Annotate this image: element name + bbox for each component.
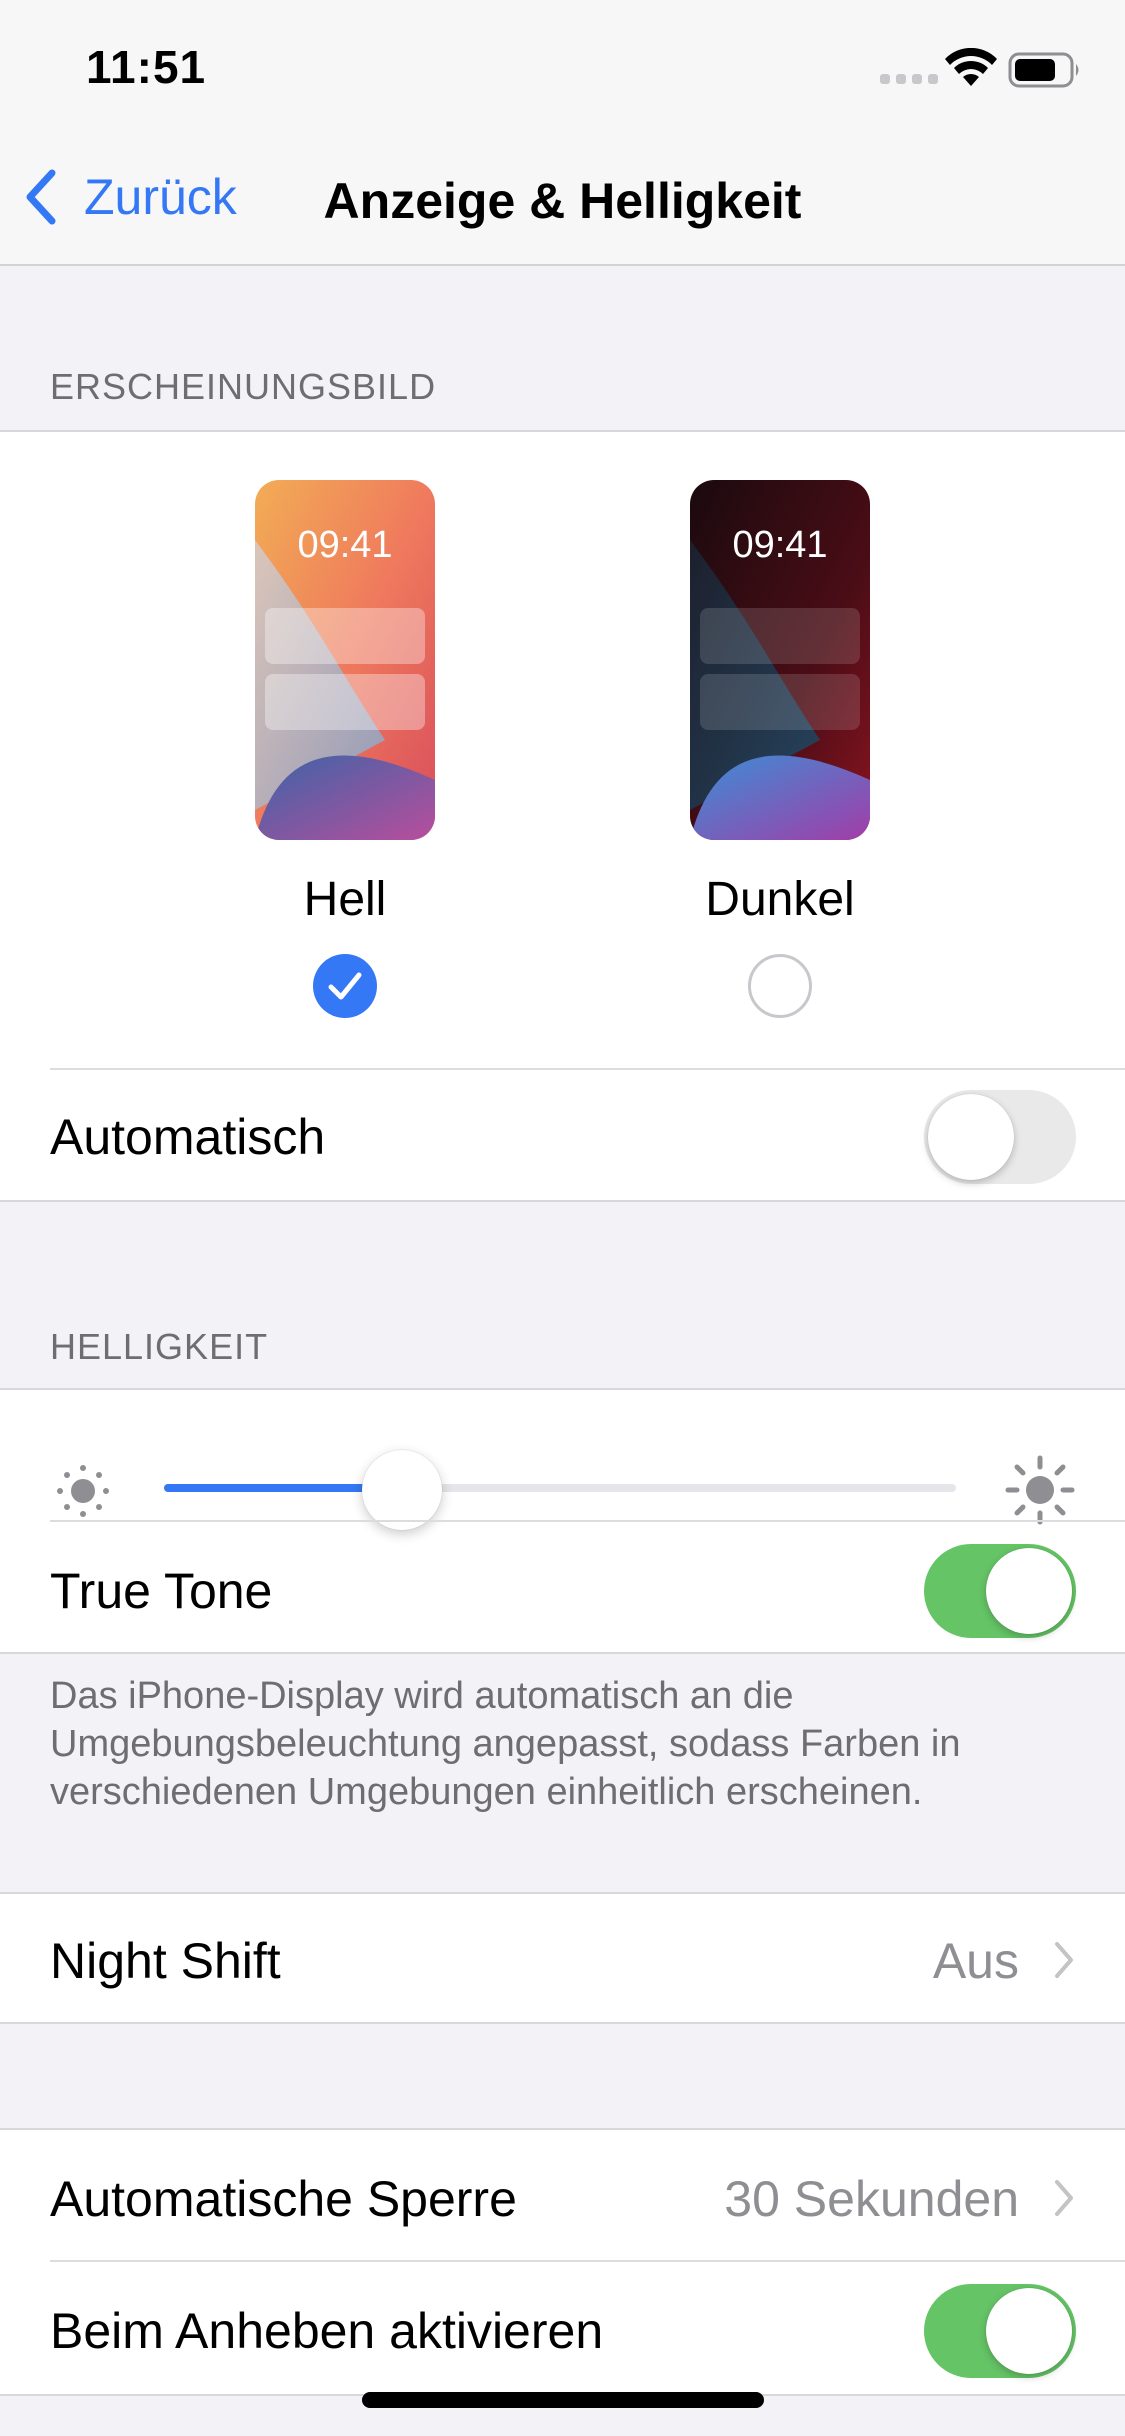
- auto-lock-value: 30 Sekunden: [724, 2171, 1019, 2227]
- true-tone-label: True Tone: [50, 1563, 273, 1619]
- lock-group: Automatische Sperre 30 Sekunden Beim Anh…: [0, 2128, 1125, 2396]
- row-separator: [50, 1520, 1125, 1522]
- brightness-header: HELLIGKEIT: [50, 1326, 269, 1367]
- sun-small-icon: [57, 1465, 109, 1517]
- slider-thumb[interactable]: [361, 1450, 442, 1530]
- home-indicator: [362, 2392, 764, 2408]
- light-option-label: Hell: [303, 873, 387, 926]
- light-radio-checked[interactable]: [313, 954, 377, 1018]
- dark-option-label: Dunkel: [705, 873, 855, 926]
- sun-large-icon: [1005, 1455, 1075, 1525]
- status-bar: 11:51: [0, 0, 1125, 132]
- raise-to-wake-label: Beim Anheben aktivieren: [50, 2303, 604, 2359]
- brightness-slider[interactable]: [164, 1450, 956, 1530]
- cellular-signal-icon: [880, 74, 938, 84]
- appearance-group: 09:41 Hell 09:41 Dunkel Automatisch: [0, 430, 1125, 1202]
- auto-lock-row[interactable]: Automatische Sperre 30 Sekunden: [0, 2130, 1125, 2260]
- appearance-header: ERSCHEINUNGSBILD: [50, 366, 437, 407]
- navigation-bar: Zurück Anzeige & Helligkeit: [0, 132, 1125, 266]
- light-preview-card: [265, 608, 425, 664]
- toggle-knob: [986, 2288, 1072, 2374]
- night-shift-value: Aus: [932, 1933, 1019, 1989]
- light-preview-card: [265, 674, 425, 730]
- settings-screen: 11:51 Zurück Anzeige & Helligkeit ERSCHE…: [0, 0, 1125, 2436]
- dark-radio-unchecked[interactable]: [748, 954, 812, 1018]
- brightness-group: True Tone: [0, 1388, 1125, 1654]
- toggle-knob: [986, 1548, 1072, 1634]
- dark-preview-image: 09:41: [690, 480, 870, 840]
- automatic-label: Automatisch: [50, 1109, 326, 1165]
- light-preview-image: 09:41: [255, 480, 435, 840]
- wifi-icon: [945, 48, 997, 86]
- battery-icon: [1008, 52, 1079, 88]
- chevron-right-icon: [1055, 1942, 1073, 1978]
- status-time: 11:51: [86, 41, 207, 93]
- page-title: Anzeige & Helligkeit: [323, 173, 802, 229]
- chevron-right-icon: [1055, 2180, 1073, 2216]
- appearance-option-dark[interactable]: 09:41 Dunkel: [690, 480, 870, 1018]
- row-separator: [50, 1068, 1125, 1070]
- row-separator: [50, 2260, 1125, 2262]
- dark-preview-card: [700, 608, 860, 664]
- automatic-toggle[interactable]: [924, 1090, 1076, 1184]
- night-shift-row[interactable]: Night Shift Aus: [0, 1892, 1125, 2024]
- night-shift-label: Night Shift: [50, 1933, 281, 1989]
- checkmark-icon: [328, 972, 362, 1000]
- dark-preview-time: 09:41: [732, 524, 828, 566]
- auto-lock-label: Automatische Sperre: [50, 2171, 517, 2227]
- dark-preview-card: [700, 674, 860, 730]
- raise-to-wake-toggle[interactable]: [924, 2284, 1076, 2378]
- light-preview-time: 09:41: [297, 524, 393, 566]
- appearance-option-light[interactable]: 09:41 Hell: [255, 480, 435, 1018]
- true-tone-footer: Das iPhone-Display wird automatisch an d…: [50, 1675, 961, 1813]
- toggle-knob: [928, 1094, 1014, 1180]
- true-tone-toggle[interactable]: [924, 1544, 1076, 1638]
